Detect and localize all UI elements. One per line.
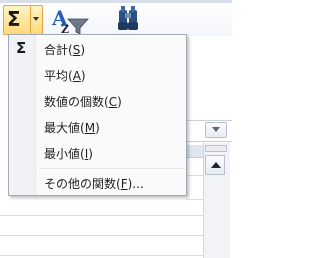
- menu-item-sum[interactable]: Σ 合計(S): [9, 37, 186, 61]
- sigma-icon: Σ: [16, 39, 27, 57]
- menu-item-accelerator: M: [84, 121, 96, 135]
- ribbon: Σ A Z: [0, 0, 232, 37]
- grid-line: [186, 175, 203, 176]
- chevron-down-icon[interactable]: [33, 17, 39, 21]
- find-select-icon[interactable]: [107, 4, 151, 34]
- scroll-up-button[interactable]: [205, 155, 225, 175]
- formula-bar-expand-button[interactable]: [205, 122, 227, 138]
- grid-line: [0, 215, 203, 216]
- arrow-up-icon: [211, 162, 221, 168]
- menu-item-label: 最小値: [44, 147, 81, 161]
- menu-item-count-numbers[interactable]: 数値の個数(C): [9, 89, 186, 113]
- menu-item-accelerator: S: [72, 43, 81, 57]
- menu-item-ellipsis: ...: [132, 177, 144, 191]
- grid-line: [0, 255, 203, 256]
- split-box[interactable]: [205, 145, 227, 152]
- grid-line: [0, 235, 203, 236]
- autosum-button[interactable]: Σ: [3, 5, 43, 35]
- menu-item-more-functions[interactable]: その他の関数(F)...: [9, 171, 186, 195]
- menu-item-min[interactable]: 最小値(I): [9, 141, 186, 165]
- menu-item-label: 合計: [44, 43, 69, 57]
- menu-item-max[interactable]: 最大値(M): [9, 115, 186, 139]
- menu-separator: [39, 168, 184, 169]
- sort-filter-icon[interactable]: A Z: [50, 5, 90, 35]
- menu-item-label: 最大値: [44, 121, 81, 135]
- menu-item-label: その他の関数: [44, 177, 117, 191]
- menu-item-accelerator: A: [72, 69, 81, 83]
- menu-item-accelerator: I: [84, 147, 89, 161]
- autosum-split-divider: [30, 6, 31, 34]
- grid-line: [186, 199, 203, 200]
- chevron-down-icon: [212, 127, 220, 132]
- menu-item-accelerator: F: [120, 177, 128, 191]
- menu-item-accelerator: C: [108, 95, 118, 109]
- sigma-icon: Σ: [7, 7, 21, 31]
- ribbon-top-border: [0, 0, 232, 3]
- autosum-dropdown-menu: Σ 合計(S) 平均(A) 数値の個数(C) 最大値(M) 最小値(I) その他…: [8, 34, 187, 196]
- menu-item-label: 平均: [44, 69, 69, 83]
- menu-item-average[interactable]: 平均(A): [9, 63, 186, 87]
- menu-item-label: 数値の個数: [44, 95, 105, 109]
